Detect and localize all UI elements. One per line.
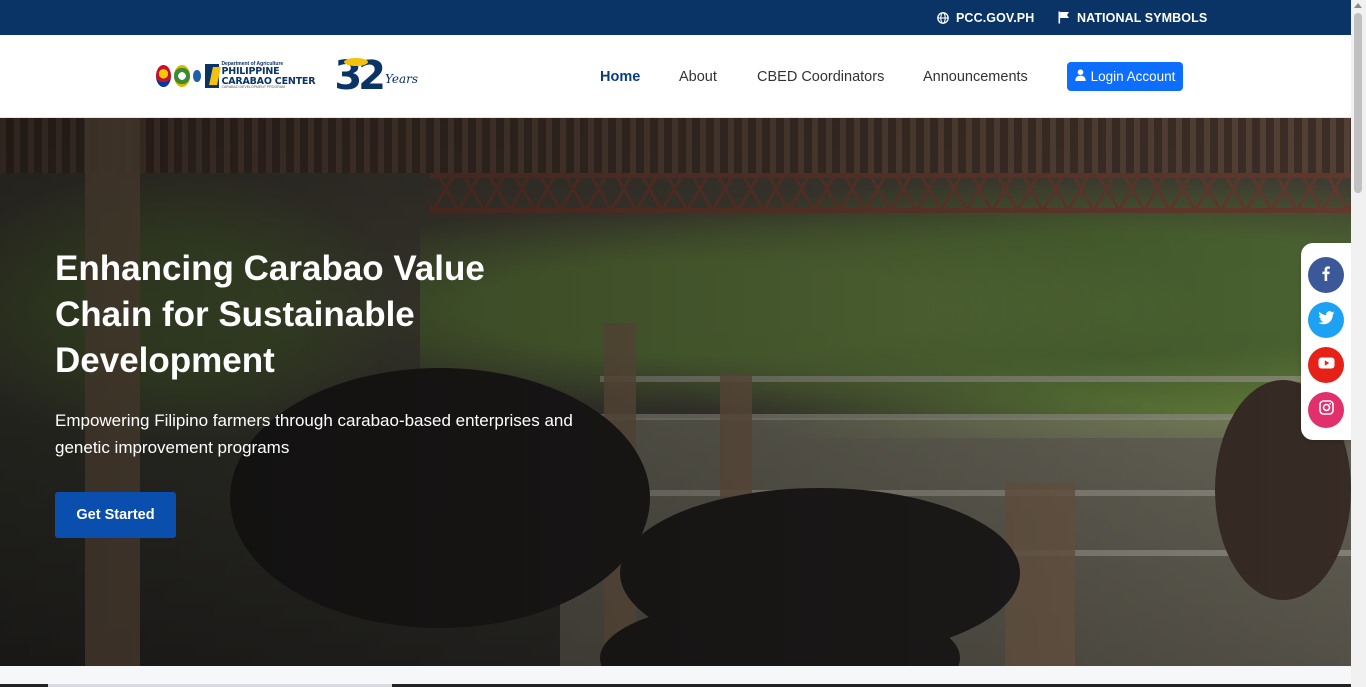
site-link-label: PCC.GOV.PH xyxy=(956,10,1035,25)
center-tagline: CARABAO DEVELOPMENT PROGRAM xyxy=(221,85,285,90)
twitter-icon xyxy=(1317,310,1335,330)
instagram-link[interactable] xyxy=(1308,392,1344,428)
hero-overlay xyxy=(0,118,1351,666)
hero-subtitle: Empowering Filipino farmers through cara… xyxy=(55,411,573,457)
nav-home[interactable]: Home xyxy=(600,35,640,118)
center-name: PHILIPPINE CARABAO CENTER xyxy=(221,66,316,87)
nav-announcements[interactable]: Announcements xyxy=(923,35,1028,118)
login-button[interactable]: Login Account xyxy=(1067,62,1183,91)
scrollbar-thumb[interactable] xyxy=(1354,13,1362,193)
site-logo[interactable]: Department of Agriculture PHILIPPINE CAR… xyxy=(156,52,418,100)
flag-icon xyxy=(1058,11,1070,24)
national-symbols-link[interactable]: NATIONAL SYMBOLS xyxy=(1058,0,1207,35)
nav-about[interactable]: About xyxy=(679,35,717,118)
anniversary-logo: 32 Years xyxy=(334,56,418,96)
nav-cbed-coordinators[interactable]: CBED Coordinators xyxy=(757,35,884,118)
site-link[interactable]: PCC.GOV.PH xyxy=(937,0,1034,35)
instagram-icon xyxy=(1318,400,1334,420)
user-icon xyxy=(1074,69,1086,84)
login-button-label: Login Account xyxy=(1090,69,1176,84)
twitter-link[interactable] xyxy=(1308,302,1344,338)
pcc-wordmark: Department of Agriculture PHILIPPINE CAR… xyxy=(221,62,330,90)
anniversary-badge-icon xyxy=(192,70,202,82)
hero-banner: Enhancing Carabao Value Chain for Sustai… xyxy=(0,118,1351,666)
youtube-icon xyxy=(1318,356,1335,374)
social-links xyxy=(1301,243,1351,440)
get-started-button[interactable]: Get Started xyxy=(55,492,176,538)
site-header: Department of Agriculture PHILIPPINE CAR… xyxy=(0,35,1351,118)
pcc-logo-icon xyxy=(205,64,220,88)
anniversary-word: Years xyxy=(384,72,419,86)
scroll-up-arrow-icon[interactable] xyxy=(1354,3,1362,8)
top-utility-bar: PCC.GOV.PH NATIONAL SYMBOLS xyxy=(0,0,1351,35)
facebook-link[interactable] xyxy=(1308,257,1344,293)
hero-title: Enhancing Carabao Value Chain for Sustai… xyxy=(55,249,485,380)
national-symbols-label: NATIONAL SYMBOLS xyxy=(1077,10,1208,25)
facebook-icon xyxy=(1318,265,1334,286)
youtube-link[interactable] xyxy=(1308,347,1344,383)
globe-icon xyxy=(937,11,949,24)
bagong-pilipinas-seal-icon xyxy=(156,65,172,87)
da-seal-icon xyxy=(174,65,190,87)
